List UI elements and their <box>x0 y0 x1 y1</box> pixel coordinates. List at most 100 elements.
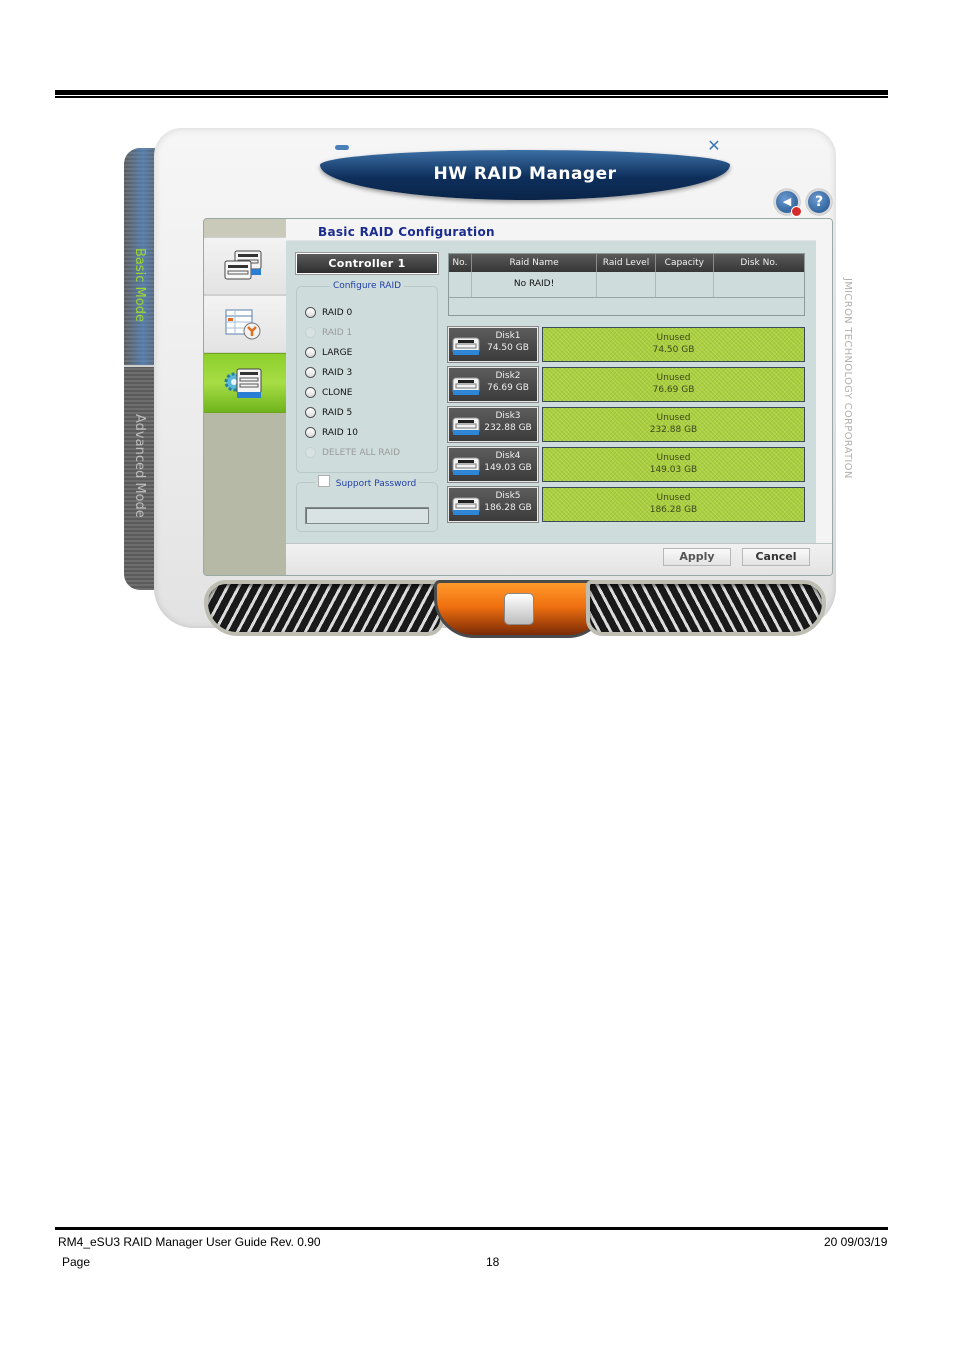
disk-name: Disk5 <box>495 491 521 501</box>
disk-row: Disk1 74.50 GB Unused 74.50 GB <box>448 327 805 362</box>
radio-delete-all-raid: DELETE ALL RAID <box>305 447 400 458</box>
disk-tile[interactable]: Disk5 186.28 GB <box>448 487 538 522</box>
radio-button[interactable] <box>305 307 316 318</box>
calendar-clock-icon <box>225 309 261 340</box>
disk-status: Unused <box>656 333 691 343</box>
disk-info-tab[interactable] <box>204 237 288 295</box>
disk-usage-bar[interactable]: Unused 186.28 GB <box>542 487 805 522</box>
radio-label: DELETE ALL RAID <box>322 447 401 458</box>
cell-disk-no <box>714 272 804 297</box>
radio-raid-10[interactable]: RAID 10 <box>305 427 358 438</box>
disk-row: Disk5 186.28 GB Unused 186.28 GB <box>448 487 805 522</box>
support-password-checkbox[interactable] <box>317 475 330 487</box>
footer-page-number: 18 <box>486 1255 500 1269</box>
main-panel: Basic RAID Configuration Controller 1 Co… <box>203 218 833 576</box>
radio-button[interactable] <box>305 427 316 438</box>
disk-size: 149.03 GB <box>484 463 532 473</box>
close-icon: ✕ <box>707 136 721 155</box>
gear-disk-icon <box>224 368 262 398</box>
hard-disk-icon <box>452 457 480 475</box>
disk-name: Disk3 <box>495 411 521 421</box>
apply-button[interactable]: Apply <box>663 548 731 566</box>
disk-usage-bar[interactable]: Unused 76.69 GB <box>542 367 805 402</box>
col-raid-name: Raid Name <box>472 254 598 272</box>
radio-button <box>305 327 316 338</box>
raid-config-tab[interactable] <box>204 353 288 413</box>
hw-raid-manager-window: Basic Mode Advanced Mode ✕ HW RAID Manag… <box>124 118 853 638</box>
hard-disk-icon <box>452 497 480 515</box>
radio-label: LARGE <box>322 347 353 358</box>
radio-raid-0[interactable]: RAID 0 <box>305 307 352 318</box>
radio-label: RAID 5 <box>322 407 353 418</box>
disk-name: Disk4 <box>495 451 521 461</box>
disk-usage-bar[interactable]: Unused 149.03 GB <box>542 447 805 482</box>
mute-badge-icon <box>791 206 802 217</box>
password-input[interactable] <box>305 507 429 524</box>
disk-size: 76.69 GB <box>487 383 529 393</box>
radio-button[interactable] <box>305 407 316 418</box>
disk-usage-bar[interactable]: Unused 74.50 GB <box>542 327 805 362</box>
tab-column <box>204 219 288 575</box>
disk-usage-bar[interactable]: Unused 232.88 GB <box>542 407 805 442</box>
col-no: No. <box>449 254 472 272</box>
hard-disk-icon <box>452 377 480 395</box>
vendor-label: JMICRON TECHNOLOGY CORPORATION <box>842 278 853 479</box>
hard-disk-icon <box>452 337 480 355</box>
password-group: Support Password <box>296 475 438 532</box>
cell-no <box>449 272 472 297</box>
radio-large[interactable]: LARGE <box>305 347 352 358</box>
radio-raid-5[interactable]: RAID 5 <box>305 407 352 418</box>
cell-raid-name: No RAID! <box>472 272 598 297</box>
radio-raid-3[interactable]: RAID 3 <box>305 367 352 378</box>
header-rule-thin <box>55 96 888 98</box>
window-shell: ✕ HW RAID Manager ◀ ? JMICRON TECHNOLOGY… <box>154 128 853 638</box>
configure-raid-group: Configure RAID RAID 0 RAID 1 LARGE RAID … <box>296 281 438 473</box>
radio-button[interactable] <box>305 347 316 358</box>
disk-status: Unused <box>656 453 691 463</box>
disk-tile[interactable]: Disk1 74.50 GB <box>448 327 538 362</box>
help-button[interactable]: ? <box>806 189 832 215</box>
help-icon: ? <box>814 194 824 210</box>
basic-mode-tab[interactable]: Basic Mode <box>132 248 147 322</box>
disk-size: 74.50 GB <box>487 343 529 353</box>
radio-button[interactable] <box>305 367 316 378</box>
raid-table-header: No. Raid Name Raid Level Capacity Disk N… <box>449 254 804 272</box>
minimize-icon <box>335 144 349 150</box>
footer-doc-title: RM4_eSU3 RAID Manager User Guide Rev. 0.… <box>58 1235 321 1249</box>
disk-tile[interactable]: Disk3 232.88 GB <box>448 407 538 442</box>
cancel-button[interactable]: Cancel <box>742 548 810 566</box>
table-row[interactable]: No RAID! <box>449 272 804 298</box>
disk-row: Disk4 149.03 GB Unused 149.03 GB <box>448 447 805 482</box>
radio-clone[interactable]: CLONE <box>305 387 352 398</box>
disk-row: Disk2 76.69 GB Unused 76.69 GB <box>448 367 805 402</box>
disk-status: Unused <box>656 493 691 503</box>
radio-button[interactable] <box>305 387 316 398</box>
header-rule-thick <box>55 90 888 95</box>
raid-table: No. Raid Name Raid Level Capacity Disk N… <box>448 253 805 316</box>
disk-size: 232.88 GB <box>484 423 532 433</box>
schedule-tab[interactable] <box>204 295 288 353</box>
disk-tile[interactable]: Disk4 149.03 GB <box>448 447 538 482</box>
radio-label: RAID 1 <box>322 327 353 338</box>
app-title: HW RAID Manager <box>433 164 617 184</box>
disk-name: Disk1 <box>495 331 521 341</box>
speaker-icon: ◀ <box>782 195 792 208</box>
cell-capacity <box>656 272 715 297</box>
radio-button <box>305 447 316 458</box>
support-password-label: Support Password <box>335 479 417 489</box>
center-orange-button[interactable] <box>434 580 608 638</box>
button-bar: Apply Cancel <box>286 543 832 575</box>
disk-status-size: 149.03 GB <box>649 465 698 475</box>
controller-selector[interactable]: Controller 1 <box>296 253 438 274</box>
sound-mute-button[interactable]: ◀ <box>774 189 802 217</box>
radio-label: RAID 3 <box>322 367 353 378</box>
close-button[interactable]: ✕ <box>702 136 726 156</box>
disk-tile[interactable]: Disk2 76.69 GB <box>448 367 538 402</box>
minimize-button[interactable] <box>330 140 354 154</box>
radio-label: CLONE <box>322 387 353 398</box>
left-grille <box>204 580 444 636</box>
advanced-mode-tab[interactable]: Advanced Mode <box>132 414 147 518</box>
disk-row: Disk3 232.88 GB Unused 232.88 GB <box>448 407 805 442</box>
disks-icon <box>224 250 262 280</box>
title-bar: HW RAID Manager <box>320 150 730 200</box>
